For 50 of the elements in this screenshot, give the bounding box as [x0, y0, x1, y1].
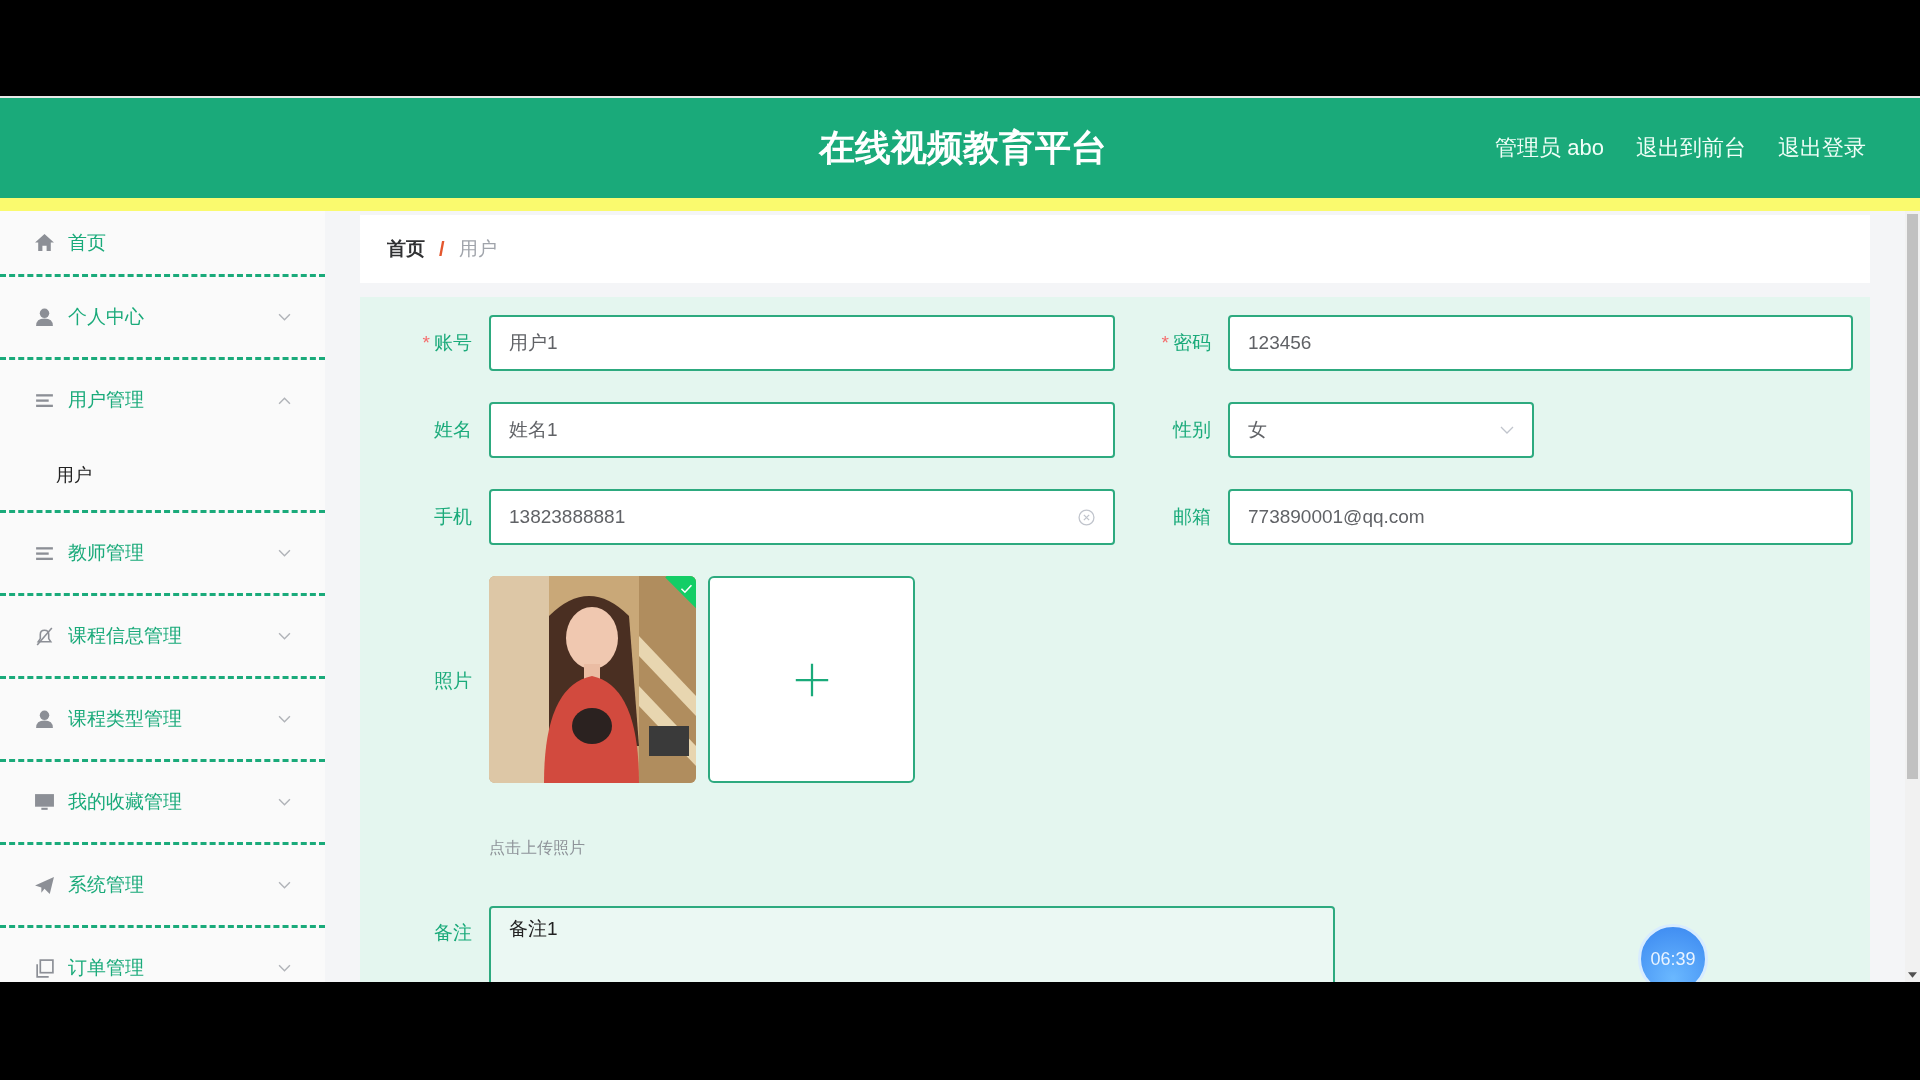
sidebar-item[interactable]: 教师管理: [0, 513, 325, 593]
sidebar-subitem[interactable]: 用户: [0, 440, 325, 510]
select-field[interactable]: 女: [1228, 402, 1534, 458]
header-link[interactable]: 退出登录: [1778, 133, 1866, 163]
input-field[interactable]: 13823888881: [489, 489, 1115, 545]
header-link[interactable]: 管理员 abo: [1495, 133, 1604, 163]
sidebar-item[interactable]: 课程类型管理: [0, 679, 325, 759]
field-label: 密码: [1173, 331, 1211, 355]
breadcrumb-separator: /: [439, 237, 445, 261]
chevron-down-icon: [1500, 426, 1514, 434]
timer-badge: 06:39: [1638, 924, 1708, 982]
send-icon: [34, 874, 55, 896]
required-asterisk: *: [1161, 332, 1169, 354]
copy-icon: [34, 957, 55, 979]
notes-field[interactable]: 备注1: [489, 906, 1335, 982]
scrollbar[interactable]: [1905, 211, 1920, 982]
sidebar-item[interactable]: 课程信息管理: [0, 596, 325, 676]
sidebar-item[interactable]: 我的收藏管理: [0, 762, 325, 842]
check-icon: [680, 583, 693, 594]
field-label: 姓名: [434, 418, 472, 442]
upload-hint: 点击上传照片: [489, 838, 586, 858]
field-label: 性别: [1173, 418, 1211, 442]
input-field[interactable]: 用户1: [489, 315, 1115, 371]
sidebar-item[interactable]: 用户管理: [0, 360, 325, 440]
sidebar-item[interactable]: 个人中心: [0, 277, 325, 357]
home-icon: [34, 232, 55, 253]
field-label: 备注: [434, 921, 472, 945]
upload-button[interactable]: [708, 576, 915, 783]
breadcrumb-link[interactable]: 首页: [387, 236, 425, 262]
monitor-icon: [34, 791, 55, 813]
plus-icon: [793, 661, 830, 698]
sidebar-item[interactable]: 系统管理: [0, 845, 325, 925]
input-field[interactable]: 姓名1: [489, 402, 1115, 458]
bell-off-icon: [34, 625, 55, 647]
field-label: 账号: [434, 331, 472, 355]
sidebar-item[interactable]: 首页: [0, 211, 325, 274]
breadcrumb-link[interactable]: 用户: [458, 236, 497, 262]
sidebar-item[interactable]: 订单管理: [0, 928, 325, 982]
clear-icon[interactable]: [1078, 508, 1095, 526]
person-icon: [34, 708, 55, 730]
person-icon: [34, 306, 55, 328]
field-label: 照片: [434, 669, 472, 693]
site-title: 在线视频教育平台: [818, 125, 1107, 170]
input-field[interactable]: 123456: [1228, 315, 1853, 371]
required-asterisk: *: [422, 332, 430, 354]
field-label: 邮箱: [1173, 505, 1211, 529]
scroll-down-icon[interactable]: [1908, 972, 1917, 978]
header-link[interactable]: 退出到前台: [1636, 133, 1746, 163]
field-label: 手机: [434, 505, 472, 529]
input-field[interactable]: 773890001@qq.com: [1228, 489, 1853, 545]
